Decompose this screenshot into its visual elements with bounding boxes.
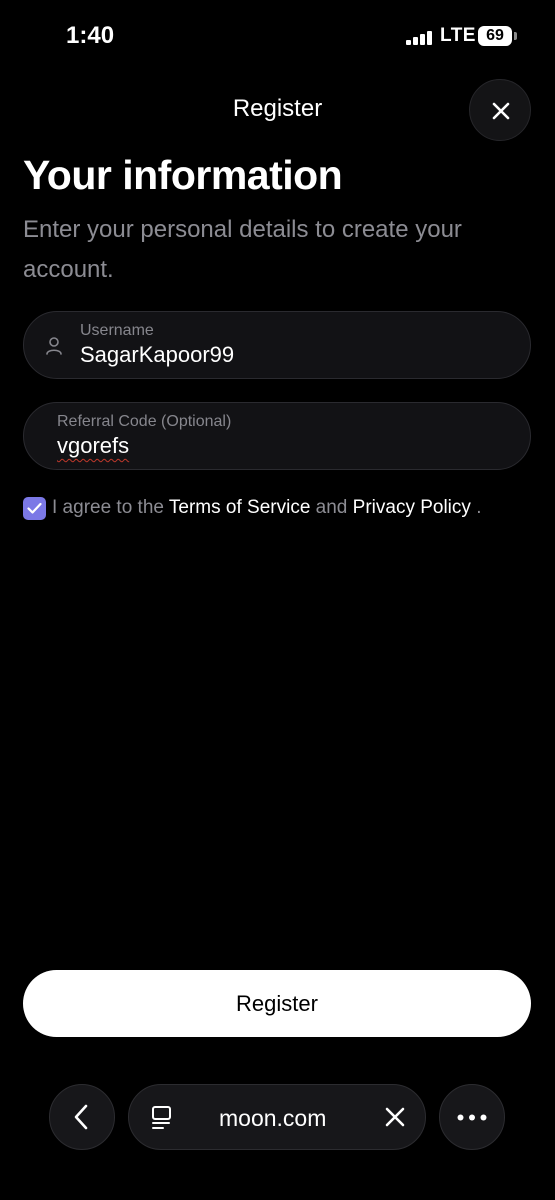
close-icon bbox=[492, 102, 510, 120]
referral-code-label: Referral Code (Optional) bbox=[57, 413, 232, 430]
network-type: LTE bbox=[440, 25, 476, 46]
user-icon bbox=[46, 337, 62, 355]
referral-code-field[interactable]: Referral Code (Optional) vgorefs bbox=[23, 402, 531, 470]
battery-icon: 69 bbox=[478, 26, 512, 46]
page-subtitle: Enter your personal details to create yo… bbox=[23, 216, 462, 283]
status-time: 1:40 bbox=[66, 22, 115, 49]
username-value[interactable]: SagarKapoor99 bbox=[80, 342, 234, 368]
agreement-text: I agree to the Terms of Service and Priv… bbox=[52, 497, 481, 519]
more-button[interactable] bbox=[439, 1084, 505, 1150]
more-icon bbox=[457, 1114, 487, 1121]
signal-icon bbox=[406, 31, 432, 45]
username-label: Username bbox=[80, 322, 154, 339]
referral-code-value[interactable]: vgorefs bbox=[57, 433, 129, 459]
close-button[interactable] bbox=[469, 79, 531, 141]
agreement-prefix: I agree to the bbox=[52, 497, 164, 518]
battery-tip bbox=[514, 32, 517, 40]
tabs-icon bbox=[152, 1106, 171, 1129]
checkmark-icon bbox=[27, 502, 42, 514]
page-title: Your information bbox=[23, 152, 343, 198]
agreement-and: and bbox=[315, 497, 348, 518]
close-tab-icon[interactable] bbox=[385, 1107, 405, 1127]
back-button[interactable] bbox=[49, 1084, 115, 1150]
chevron-left-icon bbox=[74, 1104, 88, 1130]
privacy-policy-link[interactable]: Privacy Policy bbox=[353, 497, 471, 518]
register-button[interactable]: Register bbox=[23, 970, 531, 1037]
terms-of-service-link[interactable]: Terms of Service bbox=[169, 497, 310, 518]
agree-checkbox[interactable] bbox=[23, 497, 46, 520]
address-bar[interactable]: moon.com bbox=[128, 1084, 426, 1150]
username-field[interactable]: Username SagarKapoor99 bbox=[23, 311, 531, 379]
url-text[interactable]: moon.com bbox=[219, 1105, 326, 1132]
agreement-suffix: . bbox=[476, 497, 482, 518]
